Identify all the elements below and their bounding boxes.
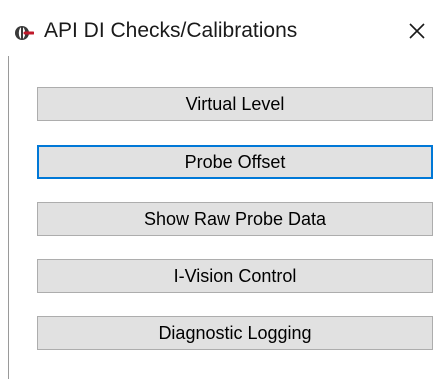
close-icon: [408, 22, 426, 40]
window-title: API DI Checks/Calibrations: [44, 19, 298, 42]
probe-offset-button[interactable]: Probe Offset: [37, 145, 433, 179]
close-button[interactable]: [400, 16, 434, 46]
i-vision-control-button[interactable]: I-Vision Control: [37, 259, 433, 293]
title-bar[interactable]: API DI Checks/Calibrations: [0, 0, 443, 56]
show-raw-probe-data-button[interactable]: Show Raw Probe Data: [37, 202, 433, 236]
dialog-window: API DI Checks/Calibrations Virtual Level…: [0, 0, 443, 379]
diagnostic-logging-button[interactable]: Diagnostic Logging: [37, 316, 433, 350]
api-logo-icon: [14, 25, 35, 41]
virtual-level-button[interactable]: Virtual Level: [37, 87, 433, 121]
button-panel: Virtual Level Probe Offset Show Raw Prob…: [9, 56, 443, 379]
